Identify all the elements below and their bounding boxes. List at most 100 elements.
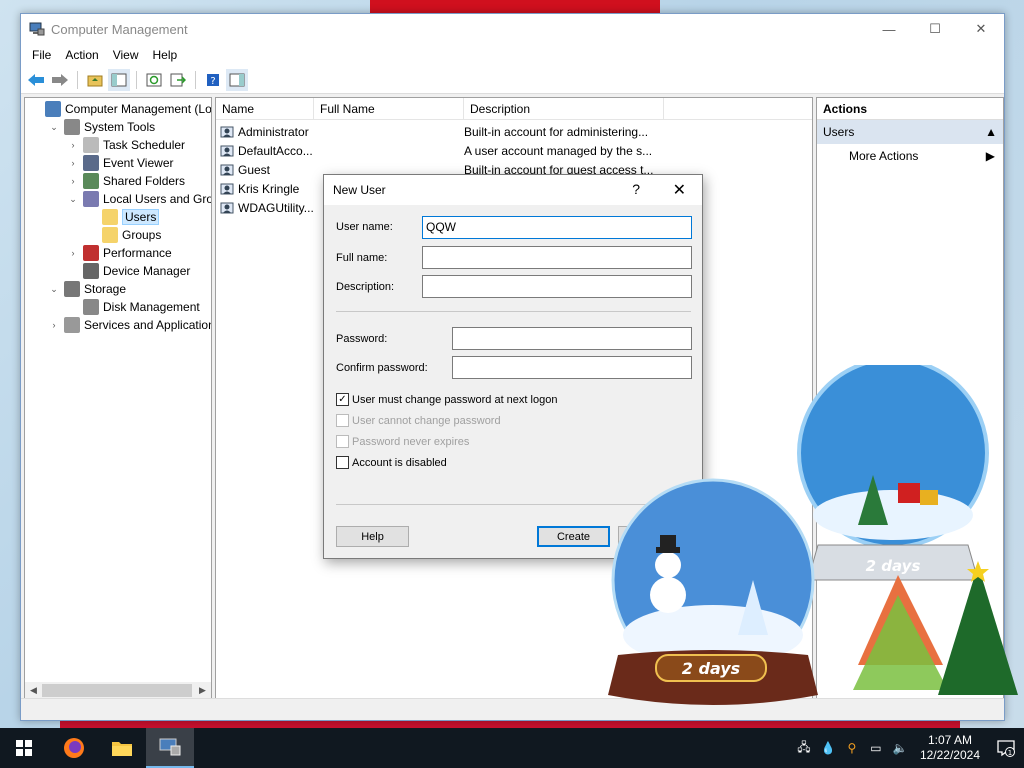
system-tools-icon	[64, 119, 80, 135]
actions-section-users[interactable]: Users ▲	[817, 120, 1003, 144]
dialog-help-button[interactable]: ?	[632, 181, 640, 197]
user-row[interactable]: DefaultAcco... A user account managed by …	[216, 141, 812, 160]
must-change-password-option[interactable]: ✓ User must change password at next logo…	[336, 393, 557, 406]
network-icon[interactable]: ▭	[864, 741, 888, 755]
tree-item-label: Storage	[84, 282, 127, 296]
list-header: Name Full Name Description	[216, 98, 812, 120]
show-hide-tree-button[interactable]	[108, 68, 130, 91]
console-tree-icon	[111, 73, 127, 86]
expand-right-icon[interactable]: ›	[67, 176, 79, 186]
tree-item[interactable]: Users	[86, 208, 160, 226]
tree-item[interactable]: › Services and Applications	[48, 316, 212, 334]
help-toolbar-button[interactable]: ?	[202, 69, 224, 91]
refresh-button[interactable]	[143, 69, 165, 91]
must-change-password-checkbox[interactable]: ✓	[336, 393, 349, 406]
user-name-cell: Kris Kringle	[216, 181, 314, 197]
system-tray: 🖧 💧 ⚲ ▭ 🔈 1:07 AM 12/22/2024 1	[792, 728, 1024, 768]
toolbar: ?	[21, 66, 1004, 94]
username-input[interactable]: QQW	[422, 216, 692, 239]
close-button[interactable]: ✕	[958, 14, 1004, 44]
tree-item[interactable]: ⌄ Local Users and Groups	[67, 190, 211, 208]
computer-management-icon	[159, 738, 181, 756]
refresh-icon	[146, 73, 162, 86]
tree-item-label: Device Manager	[103, 264, 191, 278]
tree-item[interactable]: Groups	[86, 226, 161, 244]
actions-header: Actions	[817, 98, 1003, 120]
expand-right-icon[interactable]: ›	[67, 140, 79, 150]
taskbar-computer-management[interactable]	[146, 728, 194, 768]
user-icon	[220, 126, 234, 137]
tray-drop-icon[interactable]: 💧	[816, 741, 840, 755]
cannot-change-password-label: User cannot change password	[352, 414, 501, 427]
help-button[interactable]: Help	[336, 526, 409, 547]
actions-section-label: Users	[823, 125, 855, 139]
start-button[interactable]	[0, 728, 48, 768]
more-actions-item[interactable]: More Actions ▶	[817, 144, 1003, 168]
column-header-description[interactable]: Description	[464, 98, 664, 119]
expand-right-icon[interactable]: ›	[67, 158, 79, 168]
folder-icon	[112, 742, 132, 756]
disk-management-icon	[83, 299, 99, 315]
menu-action[interactable]: Action	[58, 48, 105, 62]
menu-view[interactable]: View	[106, 48, 146, 62]
maximize-button[interactable]: ☐	[912, 14, 958, 44]
expand-right-icon[interactable]: ›	[48, 320, 60, 330]
column-header-full-name[interactable]: Full Name	[314, 98, 464, 119]
tree-item-label: Computer Management (Local	[65, 102, 212, 116]
notification-button[interactable]: 1	[988, 739, 1024, 757]
expand-right-icon[interactable]: ›	[67, 248, 79, 258]
clock[interactable]: 1:07 AM 12/22/2024	[912, 733, 988, 763]
toolbar-separator	[136, 70, 137, 89]
tree-item[interactable]: Device Manager	[67, 262, 190, 280]
tree-item[interactable]: ⌄ Storage	[48, 280, 126, 298]
password-input[interactable]	[452, 327, 692, 350]
cannot-change-password-checkbox	[336, 414, 349, 427]
dialog-title-bar: New User ? ✕	[324, 175, 702, 205]
tray-app-icon[interactable]: 🖧	[792, 738, 816, 759]
tree-item[interactable]: Computer Management (Local	[29, 100, 212, 118]
account-disabled-option[interactable]: Account is disabled	[336, 456, 447, 469]
toolbar-separator	[195, 70, 196, 89]
taskbar-file-explorer[interactable]	[98, 728, 146, 768]
description-input[interactable]	[422, 275, 692, 298]
taskbar-firefox[interactable]	[50, 728, 98, 768]
user-name: Guest	[238, 162, 271, 177]
scroll-left-icon[interactable]: ◀	[25, 685, 42, 696]
tree-item[interactable]: › Task Scheduler	[67, 136, 185, 154]
user-name-cell: DefaultAcco...	[216, 143, 314, 159]
tree-item[interactable]: › Shared Folders	[67, 172, 185, 190]
user-icon	[220, 145, 234, 156]
tree-item-label: Services and Applications	[84, 318, 212, 332]
tray-search-icon[interactable]: ⚲	[840, 741, 864, 755]
event-viewer-icon	[83, 155, 99, 171]
collapse-up-icon: ▲	[985, 125, 997, 139]
user-row[interactable]: Administrator Built-in account for admini…	[216, 122, 812, 141]
minimize-button[interactable]: —	[866, 14, 912, 44]
expand-down-icon[interactable]: ⌄	[67, 194, 79, 205]
menu-file[interactable]: File	[25, 48, 58, 62]
tree-item[interactable]: Disk Management	[67, 298, 200, 316]
tree-horizontal-scrollbar[interactable]: ◀ ▶	[25, 682, 211, 699]
dialog-close-button[interactable]: ✕	[673, 180, 686, 200]
forward-button[interactable]	[49, 69, 71, 91]
expand-down-icon[interactable]: ⌄	[48, 122, 60, 133]
scroll-thumb[interactable]	[42, 684, 192, 697]
column-header-name[interactable]: Name	[216, 98, 314, 119]
volume-muted-icon[interactable]: 🔈	[888, 741, 912, 755]
console-tree: Computer Management (Local ⌄ System Tools ›…	[24, 97, 212, 700]
tree-item[interactable]: ⌄ System Tools	[48, 118, 155, 136]
back-button[interactable]	[25, 69, 47, 91]
up-folder-button[interactable]	[84, 69, 106, 91]
fullname-input[interactable]	[422, 246, 692, 269]
show-hide-action-pane-button[interactable]	[226, 68, 248, 91]
scroll-right-icon[interactable]: ▶	[194, 685, 211, 696]
expand-down-icon[interactable]: ⌄	[48, 284, 60, 295]
menu-help[interactable]: Help	[146, 48, 185, 62]
computer-management-icon	[29, 22, 45, 36]
tree-item[interactable]: › Performance	[67, 244, 172, 262]
create-button[interactable]: Create	[537, 526, 610, 547]
tree-item[interactable]: › Event Viewer	[67, 154, 173, 172]
export-list-button[interactable]	[167, 69, 189, 91]
account-disabled-checkbox[interactable]	[336, 456, 349, 469]
password-never-expires-label: Password never expires	[352, 435, 470, 448]
